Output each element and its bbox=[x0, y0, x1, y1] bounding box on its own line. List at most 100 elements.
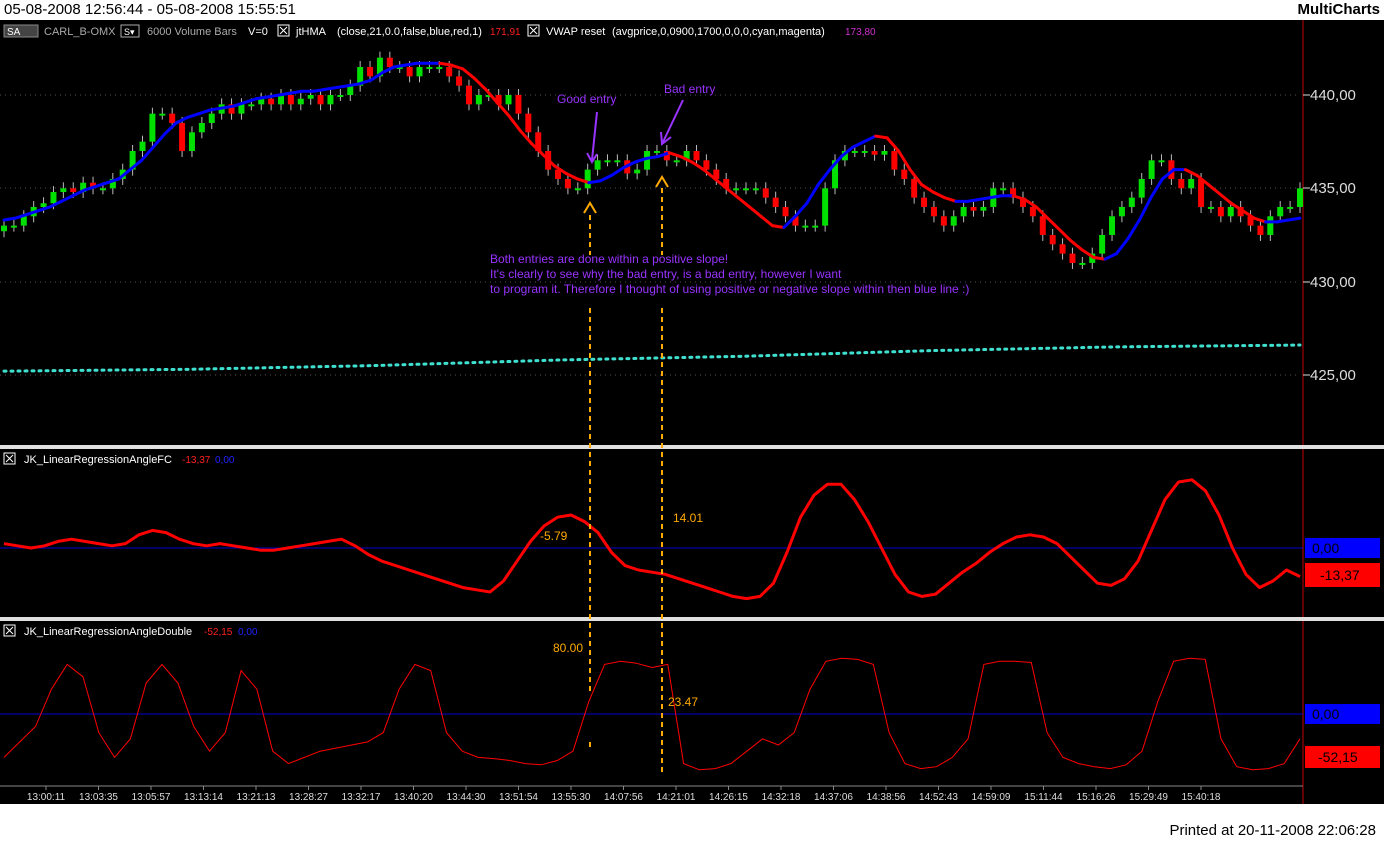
candle-body bbox=[60, 188, 67, 193]
candle-body bbox=[248, 104, 255, 107]
chart-svg[interactable]: 440,00 435,00 430,00 425,00 SA CARL_B-OM… bbox=[0, 20, 1384, 804]
hma-segment bbox=[1092, 255, 1107, 261]
candle-body bbox=[1178, 178, 1185, 189]
candle-body bbox=[1198, 178, 1205, 207]
panel3-name: JK_LinearRegressionAngleDouble bbox=[24, 626, 192, 638]
candle-body bbox=[327, 95, 334, 105]
note-line-3: to program it. Therefore I thought of us… bbox=[490, 282, 969, 296]
hma-segment bbox=[186, 112, 201, 119]
candle-body bbox=[614, 160, 621, 163]
good-entry-label: Good entry bbox=[557, 92, 616, 106]
candle-body bbox=[317, 95, 324, 105]
candle-body bbox=[386, 57, 393, 68]
hma-segment bbox=[920, 183, 935, 194]
candle-body bbox=[406, 67, 413, 77]
candle-body bbox=[149, 113, 156, 142]
chart-area[interactable]: 440,00 435,00 430,00 425,00 SA CARL_B-OM… bbox=[0, 20, 1384, 804]
hma-segment bbox=[1206, 183, 1222, 196]
hma-segment bbox=[644, 155, 660, 160]
candle-body bbox=[99, 188, 106, 191]
hma-segment bbox=[438, 61, 453, 67]
candle-body bbox=[1, 225, 7, 232]
y-tick-label: 430,00 bbox=[1310, 274, 1356, 291]
candle-body bbox=[337, 95, 344, 97]
price-panel[interactable]: 440,00 435,00 430,00 425,00 bbox=[0, 20, 1356, 804]
hma-segment bbox=[759, 214, 774, 228]
study1-params: (close,21,0.0,false,blue,red,1) bbox=[337, 26, 482, 38]
candle-body bbox=[436, 67, 443, 70]
good-entry-arrow bbox=[591, 111, 598, 161]
hma-segment bbox=[220, 104, 235, 110]
candle-body bbox=[1188, 178, 1195, 189]
hma-segment bbox=[289, 89, 304, 95]
panel2-zero-text: 0,00 bbox=[1312, 540, 1339, 556]
candle-body bbox=[307, 95, 314, 99]
candle-body bbox=[762, 188, 769, 198]
hma-segment bbox=[1137, 196, 1153, 222]
candle-body bbox=[515, 95, 522, 114]
panel2-value2: 0,00 bbox=[215, 455, 235, 466]
panel2-annot-right: 14.01 bbox=[673, 511, 703, 525]
candle-body bbox=[604, 160, 611, 163]
hma-segment bbox=[1252, 216, 1268, 224]
hma-segment bbox=[736, 196, 751, 209]
hma-segment bbox=[816, 168, 832, 187]
hma-segment bbox=[931, 190, 946, 200]
candle-body bbox=[416, 67, 423, 77]
hma-segment bbox=[1287, 216, 1302, 222]
candle-body bbox=[10, 225, 17, 228]
panel3-annot-left: 80.00 bbox=[553, 641, 583, 655]
candle-body bbox=[891, 150, 898, 170]
price-series bbox=[1, 51, 1303, 373]
candle-body bbox=[208, 113, 215, 123]
panel2-value-text: -13,37 bbox=[1320, 567, 1360, 583]
candle-body bbox=[703, 160, 710, 170]
hma-segment bbox=[793, 201, 809, 218]
hma-segment bbox=[1103, 252, 1118, 261]
hma-segment bbox=[243, 97, 258, 104]
candle-body bbox=[456, 76, 463, 86]
panel2-annot-left: -5.79 bbox=[540, 529, 568, 543]
candle-body bbox=[50, 192, 57, 204]
hma-segment bbox=[862, 134, 878, 144]
candle-body bbox=[742, 188, 749, 191]
time-tick-label: 13:32:17 bbox=[342, 792, 381, 803]
candle-body bbox=[960, 206, 967, 217]
candle-body bbox=[1257, 225, 1264, 235]
candle-body bbox=[1059, 244, 1066, 254]
candle-body bbox=[970, 206, 977, 211]
time-tick-label: 13:55:30 bbox=[552, 792, 591, 803]
time-tick-label: 14:32:18 bbox=[762, 792, 801, 803]
panel-separator[interactable] bbox=[0, 617, 1384, 621]
hma-segment bbox=[885, 136, 901, 153]
note-line-2: It's clearly to see why the bad entry, i… bbox=[490, 267, 842, 281]
time-axis[interactable]: 13:00:11 13:03:35 13:05:57 13:13:14 13:21:13… bbox=[0, 785, 1303, 803]
hma-segment bbox=[1046, 216, 1061, 231]
candle-body bbox=[1049, 234, 1056, 245]
candle-body bbox=[465, 85, 472, 105]
time-tick-label: 14:07:56 bbox=[604, 792, 643, 803]
time-tick-label: 15:29:49 bbox=[1129, 792, 1168, 803]
candle-body bbox=[287, 95, 294, 105]
panel3-value1: -52,15 bbox=[204, 627, 233, 638]
study1-value: 171,91 bbox=[490, 27, 521, 38]
volume-label: V=0 bbox=[248, 26, 268, 38]
candle-body bbox=[179, 122, 186, 151]
hma-segment bbox=[472, 76, 488, 91]
hma-segment bbox=[346, 82, 362, 88]
candle-body bbox=[921, 197, 928, 207]
candle-body bbox=[505, 95, 512, 105]
candle-body bbox=[901, 169, 908, 179]
hma-segment bbox=[94, 181, 109, 188]
panel-separator[interactable] bbox=[0, 445, 1384, 449]
candle-body bbox=[1029, 206, 1036, 217]
candle-body bbox=[1148, 160, 1155, 179]
candle-body bbox=[1099, 234, 1106, 254]
candle-body bbox=[851, 150, 858, 153]
time-tick-label: 13:05:57 bbox=[132, 792, 171, 803]
candle-body bbox=[940, 216, 947, 226]
candle-body bbox=[40, 203, 47, 207]
candle-body bbox=[1297, 188, 1303, 207]
candle-body bbox=[812, 225, 819, 228]
hma-segment bbox=[1275, 218, 1291, 224]
